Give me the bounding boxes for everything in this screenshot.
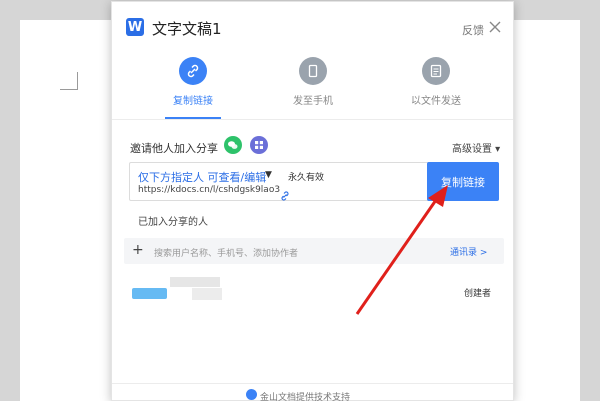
qr-code-icon[interactable] (250, 136, 268, 154)
owner-role-label: 创建者 (464, 289, 492, 299)
copy-link-button[interactable]: 复制链接 (427, 162, 499, 201)
tab-send-as-file[interactable]: 以文件发送 (386, 57, 486, 107)
advanced-settings-dropdown[interactable]: 高级设置 ▾ (452, 140, 500, 155)
file-icon (422, 57, 450, 85)
tab-label: 复制链接 (173, 96, 213, 107)
page-margin-mark (60, 72, 78, 90)
wps-writer-logo-icon: W (126, 18, 144, 36)
footer-text: 金山文档提供技术支持 (260, 393, 351, 401)
add-collaborator-row[interactable]: + 搜索用户名称、手机号、添加协作者 通讯录 > (124, 238, 504, 264)
link-validity[interactable]: 永久有效 (288, 170, 324, 183)
small-link-icon (280, 186, 290, 201)
share-dialog: W 文字文稿1 反馈 复制链接 发至手机 以文件发送 邀请他人加入分享 高级设置… (111, 1, 514, 401)
joined-members-label: 已加入分享的人 (138, 217, 208, 228)
kdocs-logo-icon (246, 389, 257, 400)
contacts-link[interactable]: 通讯录 > (450, 245, 487, 258)
dialog-header: W 文字文稿1 反馈 (112, 2, 513, 50)
redacted-detail (192, 288, 222, 300)
tab-send-to-phone[interactable]: 发至手机 (263, 57, 363, 107)
member-row: 创建者 (132, 274, 502, 308)
redacted-avatar (132, 288, 167, 299)
document-title: 文字文稿1 (152, 20, 222, 38)
header-divider (112, 119, 513, 120)
tab-label: 以文件发送 (411, 96, 461, 107)
wechat-icon[interactable] (224, 136, 242, 154)
tab-label: 发至手机 (293, 96, 333, 107)
redacted-name (170, 277, 220, 287)
phone-icon (299, 57, 327, 85)
tab-copy-link[interactable]: 复制链接 (143, 57, 243, 107)
close-icon[interactable] (488, 19, 502, 33)
feedback-link[interactable]: 反馈 (462, 22, 484, 38)
plus-icon: + (132, 242, 144, 258)
share-link-box: 仅下方指定人 可查看/编辑 ▼ 永久有效 https://kdocs.cn/l/… (129, 162, 499, 201)
share-url: https://kdocs.cn/l/cshdgsk9lao3 (138, 185, 281, 195)
invite-label: 邀请他人加入分享 (130, 142, 218, 155)
footer-divider (112, 383, 513, 384)
permission-selector[interactable]: 仅下方指定人 可查看/编辑 (138, 169, 266, 185)
link-icon (179, 57, 207, 85)
chevron-down-icon[interactable]: ▼ (265, 170, 272, 180)
collaborator-search-input[interactable]: 搜索用户名称、手机号、添加协作者 (154, 246, 298, 259)
